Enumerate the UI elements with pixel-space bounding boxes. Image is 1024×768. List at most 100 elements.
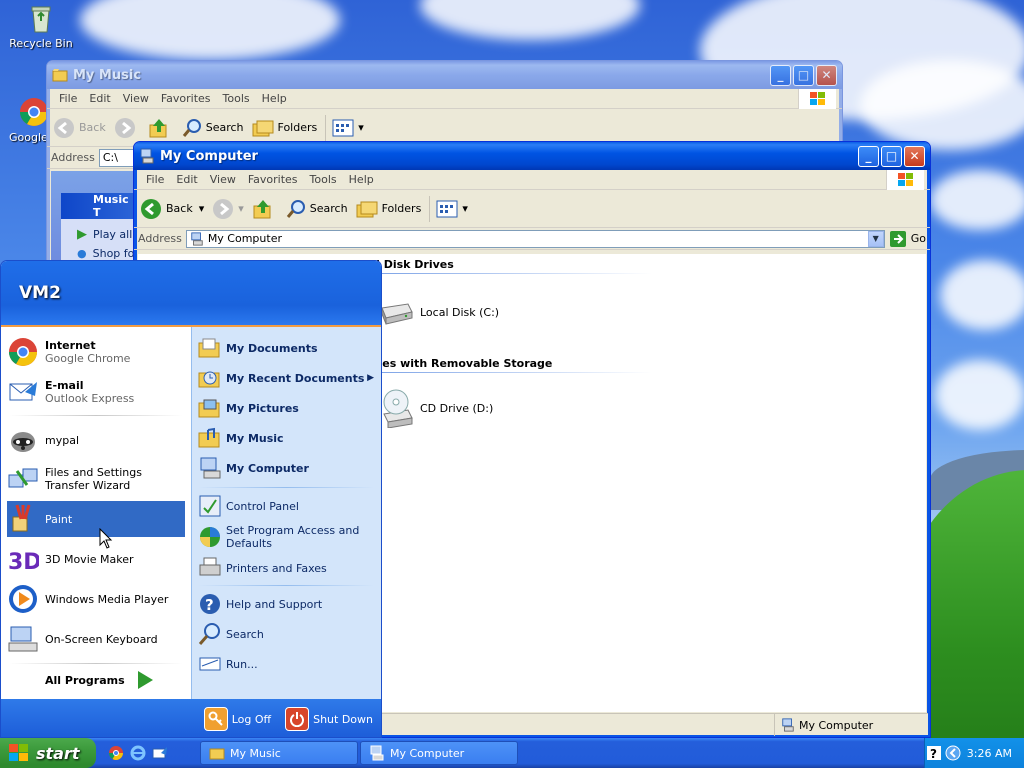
address-dropdown-button[interactable]: ▼ [867,230,884,247]
up-folder-icon [253,199,271,218]
transfer-wizard-icon [8,468,38,488]
menu-help[interactable]: Help [343,173,380,186]
group-heading-removable-storage: ices with Removable Storage [372,357,553,370]
recycle-bin-icon [25,2,57,34]
menu-favorites[interactable]: Favorites [242,173,304,186]
drive-cd-drive-d[interactable]: CD Drive (D:) [378,388,493,428]
forward-arrow-icon [213,198,234,219]
menu-favorites[interactable]: Favorites [155,92,217,105]
drive-local-disk-c[interactable]: Local Disk (C:) [378,298,499,326]
maximize-button[interactable]: □ [881,145,902,167]
chevron-down-icon: ▾ [462,202,468,215]
place-my-computer[interactable]: My Computer [198,455,378,481]
shut-down-button[interactable]: Shut Down [285,707,373,731]
window-title: My Computer [160,148,258,164]
minimize-button[interactable]: _ [858,145,879,167]
pinned-email[interactable]: E-mail Outlook Express [7,373,185,411]
place-my-music[interactable]: My Music [198,425,378,451]
recent-on-screen-keyboard[interactable]: On-Screen Keyboard [7,621,185,657]
place-my-pictures[interactable]: My Pictures [198,395,378,421]
forward-button[interactable] [114,117,140,139]
menu-edit[interactable]: Edit [170,173,203,186]
play-icon: ▶ [77,227,87,242]
help-tray-icon[interactable]: ? [926,746,941,760]
taskbar-button-my-computer[interactable]: My Computer [360,741,518,765]
menu-file[interactable]: File [53,92,83,105]
3d-movie-maker-icon: 3D [8,550,39,575]
address-input[interactable]: My Computer ▼ [185,229,885,248]
close-button[interactable]: ✕ [816,64,837,86]
group-divider [372,273,652,274]
group-heading-hard-disk-drives: d Disk Drives [372,258,454,271]
start-button[interactable]: start [0,738,96,768]
toolbar-separator [429,195,431,222]
chrome-icon [9,338,37,366]
search-button[interactable]: Search [286,199,348,219]
search-icon [182,118,201,137]
internet-explorer-icon[interactable] [130,745,146,761]
menu-tools[interactable]: Tools [304,173,343,186]
menu-help[interactable]: Help [256,92,293,105]
back-button[interactable]: Back [53,117,106,139]
outlook-express-icon[interactable] [152,745,168,761]
place-search[interactable]: Search [198,621,378,647]
menu-tools[interactable]: Tools [217,92,256,105]
close-button[interactable]: ✕ [904,145,925,167]
menu-file[interactable]: File [140,173,170,186]
power-icon [285,707,310,731]
clock[interactable]: 3:26 AM [967,747,1012,760]
recent-paint[interactable]: Paint [7,501,185,537]
start-menu-header: VM2 [1,261,381,327]
windows-flag-icon [798,89,836,109]
search-button[interactable]: Search [182,118,244,138]
menu-view[interactable]: View [117,92,155,105]
back-button[interactable]: Back ▾ [140,198,204,220]
place-my-documents[interactable]: My Documents [198,335,378,361]
computer-icon [140,148,154,164]
place-printers-and-faxes[interactable]: Printers and Faxes [198,555,378,581]
back-arrow-icon [54,117,74,138]
place-run[interactable]: Run... [198,651,378,677]
recent-3d-movie-maker[interactable]: 3D 3D Movie Maker [7,541,185,577]
views-button[interactable]: ▾ [436,200,468,218]
toolbar-separator [325,114,327,141]
log-off-button[interactable]: Log Off [203,707,271,731]
menu-view[interactable]: View [204,173,242,186]
run-icon [199,657,221,671]
forward-button[interactable]: ▾ [212,198,244,220]
place-my-recent-documents[interactable]: My Recent Documents ▶ [198,365,378,391]
place-set-program-access[interactable]: Set Program Access and Defaults [198,521,378,553]
up-folder-button[interactable] [148,117,174,139]
title-bar[interactable]: My Computer _ □ ✕ [134,142,930,170]
up-folder-button[interactable] [252,198,278,220]
show-hidden-icons-button[interactable] [945,745,961,761]
recent-files-settings-transfer[interactable]: Files and Settings Transfer Wizard [7,461,185,497]
forward-arrow-icon [114,117,135,138]
place-control-panel[interactable]: Control Panel [198,493,378,519]
title-bar[interactable]: My Music _ □ ✕ [47,61,842,89]
folders-button[interactable]: Folders [356,199,421,219]
menu-edit[interactable]: Edit [83,92,116,105]
chevron-down-icon: ▾ [238,202,244,215]
globe-icon: ● [77,247,87,260]
shop-for-music-link[interactable]: ● Shop fo [77,247,134,260]
recent-windows-media-player[interactable]: Windows Media Player [7,581,185,617]
all-programs-button[interactable]: All Programs [45,669,155,691]
maximize-button[interactable]: □ [793,64,814,86]
pinned-internet[interactable]: Internet Google Chrome [7,333,185,371]
recent-mypal[interactable]: mypal [7,423,185,457]
folders-button[interactable]: Folders [252,118,317,138]
go-button[interactable]: Go [889,230,926,248]
printer-icon [199,557,221,576]
start-menu-programs: Internet Google Chrome E-mail Outlook Expr… [1,327,191,699]
taskbar-button-my-music[interactable]: My Music [200,741,358,765]
chrome-icon[interactable] [108,745,124,761]
minimize-button[interactable]: _ [770,64,791,86]
play-all-link[interactable]: ▶ Play all [77,227,132,242]
place-help-and-support[interactable]: ? Help and Support [198,591,378,617]
toolbar: Back ▾ ▾ Search Folders ▾ [134,190,930,228]
views-button[interactable]: ▾ [332,119,364,137]
up-folder-icon [149,118,167,137]
desktop-icon-recycle-bin[interactable]: Recycle Bin [3,2,79,50]
quick-launch [96,745,200,761]
